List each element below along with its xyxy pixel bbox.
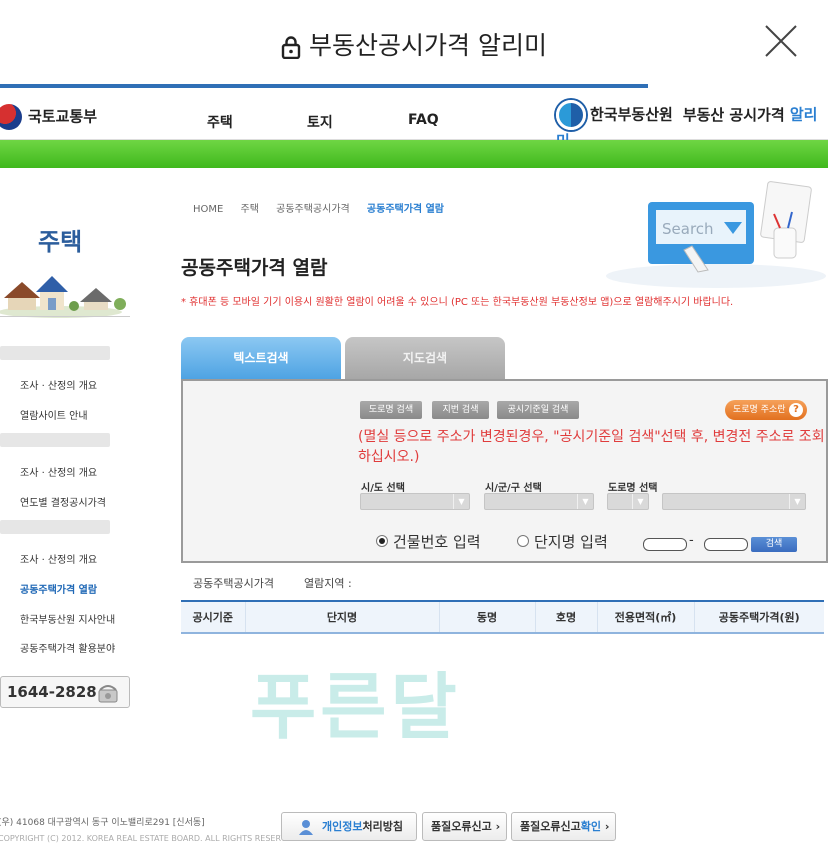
error-report-button[interactable]: 품질오류신고 › (422, 812, 507, 841)
chevron-down-icon: ▼ (789, 494, 805, 509)
sidebar-group-3 (0, 520, 110, 534)
nav-housing[interactable]: 주택 (207, 112, 233, 132)
sidebar-item-7[interactable]: 한국부동산원 지사안내 (20, 611, 115, 626)
area-category: 공동주택공시가격 (193, 577, 274, 590)
error-report-label: 품질오류신고 (431, 820, 492, 833)
chevron-right-icon: › (604, 820, 610, 833)
kab-logo-icon (556, 100, 586, 130)
sidebar-group-1 (0, 346, 110, 360)
ministry-emblem-icon (0, 104, 22, 130)
col-price: 공동주택가격(원) (693, 601, 824, 633)
radio-complex-name[interactable]: 단지명 입력 (517, 531, 608, 552)
nav-faq[interactable]: FAQ (408, 112, 439, 128)
person-icon (299, 820, 313, 835)
road-help-label: 도로명 주소란 (733, 405, 786, 415)
sub-number-input[interactable] (704, 538, 748, 551)
nav-land[interactable]: 토지 (307, 112, 333, 132)
number-dash: - (689, 533, 694, 548)
crumb-current: 공동주택가격 열람 (366, 204, 445, 215)
breadcrumb: HOME 주택 공동주택공시가격 공동주택가격 열람 (193, 200, 458, 215)
chevron-down-icon: ▼ (453, 494, 469, 509)
chevron-down-icon: ▼ (632, 494, 648, 509)
col-unit: 호명 (534, 601, 597, 633)
phone-number: 1644-2828 (7, 683, 97, 701)
phone-icon (98, 685, 118, 703)
close-icon[interactable] (764, 24, 798, 58)
modal-title-wrap: 부동산공시가격 알리미 (0, 26, 828, 62)
radio-unchecked-icon (517, 534, 529, 547)
error-check-prefix: 품질오류신고 (520, 820, 581, 833)
radio-checked-icon (376, 534, 388, 547)
search-illustration: Search (606, 181, 826, 288)
road-label: 도로명 선택 (608, 483, 658, 494)
sigungu-label: 시/군/구 선택 (485, 483, 542, 494)
search-illustration-text: Search (662, 220, 714, 238)
sidebar-item-1[interactable]: 조사 · 산정의 개요 (20, 377, 97, 392)
modal-title: 부동산공시가격 알리미 (309, 31, 547, 60)
crumb-housing[interactable]: 주택 (241, 204, 259, 215)
radio-building-number[interactable]: 건물번호 입력 (376, 531, 481, 552)
result-table: 공시기준 단지명 동명 호명 전용면적(㎡) 공동주택가격(원) (181, 600, 824, 634)
area-region-label: 열람지역 : (303, 577, 352, 590)
ministry-name: 국토교통부 (28, 107, 98, 126)
col-complex-name: 단지명 (244, 601, 439, 633)
houses-illustration (0, 276, 126, 318)
privacy-policy-button[interactable]: 개인정보처리방침 (281, 812, 417, 841)
sidebar-item-8[interactable]: 공동주택가격 활용분야 (20, 640, 115, 655)
lock-icon (281, 36, 301, 59)
tab-text-search[interactable]: 텍스트검색 (181, 337, 341, 379)
sidebar-item-5[interactable]: 조사 · 산정의 개요 (20, 551, 97, 566)
main-number-input[interactable] (643, 538, 687, 551)
search-submit-button[interactable]: 검색 (751, 537, 797, 552)
road-name-search-button[interactable]: 도로명 검색 (360, 401, 422, 419)
radio-building-label: 건물번호 입력 (393, 533, 481, 551)
page-title: 공동주택가격 열람 (181, 257, 328, 279)
sido-select[interactable]: ▼ (360, 493, 470, 510)
sigungu-select[interactable]: ▼ (484, 493, 594, 510)
error-check-suffix: 확인 (580, 820, 601, 833)
sidebar-group-2 (0, 433, 110, 447)
mobile-notice: * 휴대폰 등 모바일 기기 이용시 원활한 열람이 어려울 수 있으니 (PC… (181, 297, 734, 308)
road-initial-select[interactable]: ▼ (607, 493, 649, 510)
sidebar-item-4[interactable]: 연도별 결정공시가격 (20, 494, 106, 509)
sidebar-title: 주택 (38, 228, 83, 256)
area-line: 공동주택공시가격 열람지역 : (193, 575, 382, 591)
footer-copyright: COPYRIGHT (C) 2012. KOREA REAL ESTATE BO… (0, 834, 300, 843)
crumb-home[interactable]: HOME (193, 204, 223, 215)
sido-label: 시/도 선택 (361, 483, 405, 494)
road-name-select[interactable]: ▼ (662, 493, 806, 510)
org-name: 한국부동산원 (590, 105, 673, 124)
sidebar-item-active[interactable]: 공동주택가격 열람 (20, 581, 97, 596)
lot-number-search-button[interactable]: 지번 검색 (432, 401, 489, 419)
tab-map-search[interactable]: 지도검색 (345, 337, 505, 379)
chevron-right-icon: › (495, 820, 501, 833)
footer-address: (우) 41068 대구광역시 동구 이노밸리로291 [신서동] (0, 818, 205, 828)
site-header: 국토교통부 주택 토지 FAQ 한국부동산원부동산 공시가격 알리미 (0, 88, 828, 150)
sidebar-item-3[interactable]: 조사 · 산정의 개요 (20, 464, 97, 479)
col-area: 전용면적(㎡) (596, 601, 694, 633)
error-check-button[interactable]: 품질오류신고확인 › (511, 812, 616, 841)
base-date-search-button[interactable]: 공시기준일 검색 (497, 401, 579, 419)
crumb-apt-price[interactable]: 공동주택공시가격 (276, 204, 350, 215)
green-banner (0, 140, 828, 168)
col-building: 동명 (438, 601, 535, 633)
col-base-date: 공시기준 (192, 611, 233, 624)
question-icon: ? (789, 403, 803, 417)
phone-box: 1644-2828 (0, 676, 130, 708)
search-panel: 도로명 검색 지번 검색 공시기준일 검색 도로명 주소란 ? (멸실 등으로 … (181, 379, 828, 563)
sidebar-item-2[interactable]: 열람사이트 안내 (20, 407, 88, 422)
ministry-logo[interactable]: 국토교통부 (0, 104, 97, 130)
radio-complex-label: 단지명 입력 (534, 533, 608, 551)
privacy-prefix: 개인정보 (322, 820, 363, 833)
watermark: 푸른달 (250, 665, 461, 749)
privacy-suffix: 처리방침 (362, 820, 403, 833)
table-header-row: 공시기준 단지명 동명 호명 전용면적(㎡) 공동주택가격(원) (181, 601, 824, 633)
sidebar-divider (0, 316, 130, 317)
address-change-note: (멸실 등으로 주소가 변경된경우, "공시기준일 검색"선택 후, 변경전 주… (358, 429, 825, 465)
road-address-help-button[interactable]: 도로명 주소란 ? (725, 400, 807, 420)
modal-header: 부동산공시가격 알리미 (0, 0, 828, 84)
service-prefix: 부동산 공시가격 (682, 105, 785, 124)
chevron-down-icon: ▼ (577, 494, 593, 509)
